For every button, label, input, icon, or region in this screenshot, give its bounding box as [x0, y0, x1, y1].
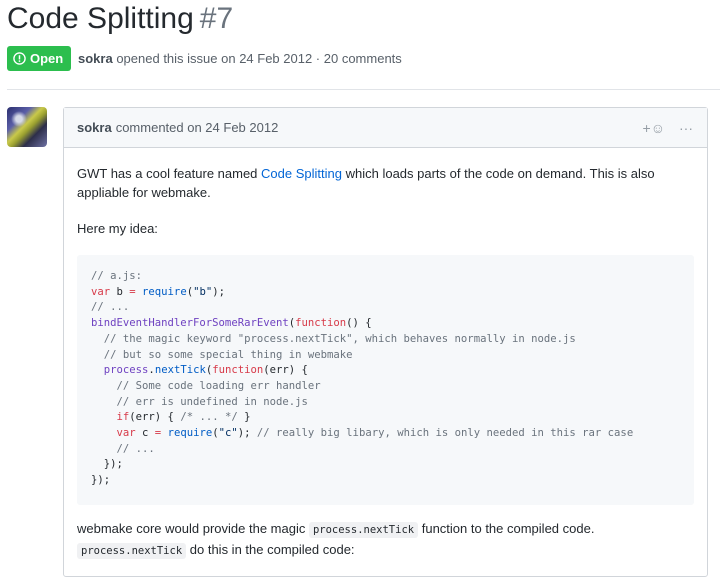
code-line: var c = require("c"); // really big liba… — [91, 426, 680, 442]
code-token — [91, 427, 117, 439]
code-token: if — [117, 411, 130, 423]
code-token: // err is undefined in node.js — [117, 396, 308, 408]
code-line: process.nextTick(function(err) { — [91, 363, 680, 379]
divider — [7, 89, 720, 90]
code-token — [91, 443, 117, 455]
code-token: = — [129, 286, 142, 298]
code-token: /* ... */ — [180, 411, 237, 423]
code-token: b — [117, 286, 130, 298]
code-line: bindEventHandlerForSomeRarEvent(function… — [91, 316, 680, 332]
comment-timestamp[interactable]: commented on 24 Feb 2012 — [116, 120, 279, 135]
code-token: "b" — [193, 286, 212, 298]
code-token: require — [168, 427, 213, 439]
code-line: // err is undefined in node.js — [91, 395, 680, 411]
code-token: = — [155, 427, 168, 439]
code-token — [91, 333, 104, 345]
comment-box: sokra commented on 24 Feb 2012 +☺ ··· GW… — [63, 107, 708, 577]
code-token: ); — [212, 286, 225, 298]
code-token: c — [142, 427, 155, 439]
code-token: } — [238, 411, 251, 423]
code-line: var b = require("b"); — [91, 285, 680, 301]
code-token: (err) { — [129, 411, 180, 423]
more-options-button[interactable]: ··· — [679, 120, 693, 136]
code-token: }); — [91, 458, 123, 470]
code-block: // a.js:var b = require("b");// ...bindE… — [77, 255, 694, 505]
code-line: }); — [91, 473, 680, 489]
issue-number: #7 — [200, 2, 233, 35]
code-line: }); — [91, 457, 680, 473]
paragraph: webmake core would provide the magic pro… — [77, 519, 694, 561]
code-token: process — [104, 364, 149, 376]
comment-header: sokra commented on 24 Feb 2012 +☺ ··· — [64, 108, 707, 148]
code-token — [91, 364, 104, 376]
code-line: // ... — [91, 300, 680, 316]
inline-code: process.nextTick — [77, 543, 186, 559]
code-token: nextTick — [155, 364, 206, 376]
status-badge: Open — [7, 46, 71, 71]
code-token — [91, 411, 117, 423]
code-line: // a.js: — [91, 269, 680, 285]
code-token: var — [91, 286, 117, 298]
code-token: // really big libary, which is only need… — [257, 427, 633, 439]
code-token: (err) { — [263, 364, 308, 376]
code-token: var — [117, 427, 143, 439]
code-token: bindEventHandlerForSomeRarEvent — [91, 317, 289, 329]
code-token: // a.js: — [91, 270, 142, 282]
code-token: function — [295, 317, 346, 329]
code-token: ); — [238, 427, 257, 439]
code-line: if(err) { /* ... */ } — [91, 410, 680, 426]
issue-meta: sokra opened this issue on 24 Feb 2012 ·… — [78, 51, 402, 66]
issue-open-icon — [13, 52, 26, 65]
code-line: // the magic keyword "process.nextTick",… — [91, 332, 680, 348]
code-token — [91, 349, 104, 361]
code-line: // ... — [91, 442, 680, 458]
issue-author-link[interactable]: sokra — [78, 51, 113, 66]
smiley-icon: ☺ — [651, 120, 665, 136]
comment-body: GWT has a cool feature named Code Splitt… — [64, 148, 707, 561]
inline-code: process.nextTick — [309, 522, 418, 538]
code-token: () { — [346, 317, 372, 329]
paragraph: GWT has a cool feature named Code Splitt… — [77, 164, 694, 202]
issue-title: Code Splitting#7 — [7, 2, 233, 36]
code-token: function — [212, 364, 263, 376]
code-token: // but so some special thing in webmake — [104, 349, 353, 361]
code-token: // the magic keyword "process.nextTick",… — [104, 333, 576, 345]
code-token — [91, 380, 117, 392]
code-token: // ... — [91, 301, 129, 313]
avatar[interactable] — [7, 107, 47, 147]
code-token: }); — [91, 474, 110, 486]
comment-author-link[interactable]: sokra — [77, 120, 112, 135]
code-token: "c" — [219, 427, 238, 439]
add-reaction-button[interactable]: +☺ — [643, 120, 665, 136]
code-line: // Some code loading err handler — [91, 379, 680, 395]
code-token — [91, 396, 117, 408]
code-line: // but so some special thing in webmake — [91, 348, 680, 364]
code-token: // Some code loading err handler — [117, 380, 321, 392]
code-splitting-link[interactable]: Code Splitting — [261, 166, 342, 181]
paragraph: Here my idea: — [77, 219, 694, 238]
code-token: require — [142, 286, 187, 298]
code-token: // ... — [117, 443, 155, 455]
